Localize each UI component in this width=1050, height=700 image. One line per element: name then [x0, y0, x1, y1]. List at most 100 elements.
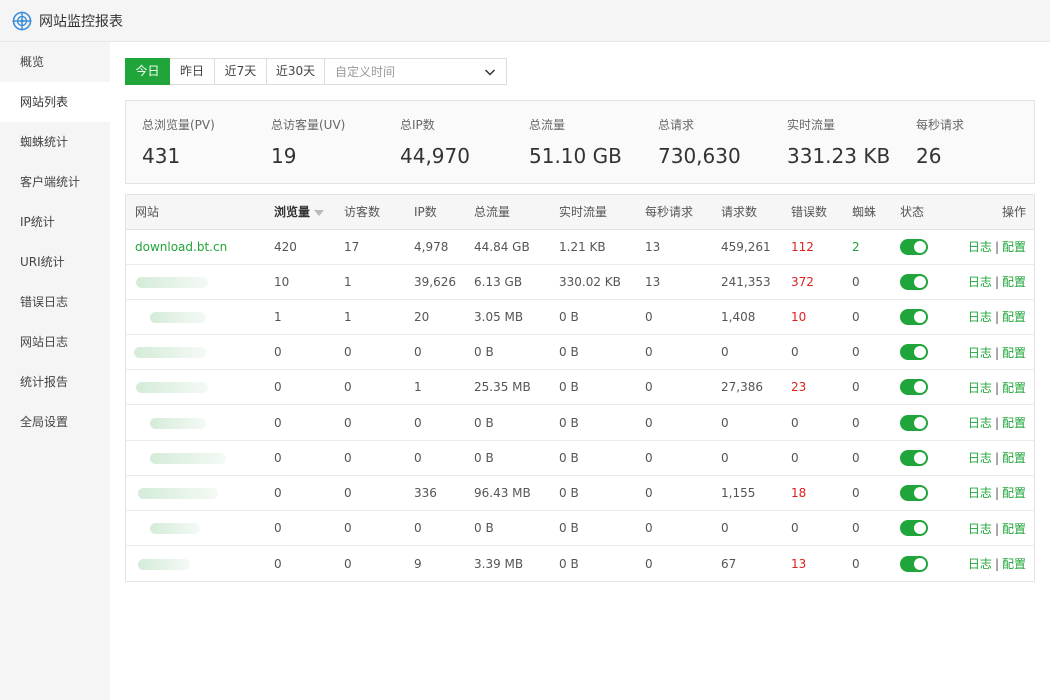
- title-bar: 网站监控报表: [0, 0, 1050, 42]
- col-header-uv[interactable]: 访客数: [335, 195, 405, 230]
- cell-traffic: 44.84 GB: [474, 239, 530, 254]
- status-toggle[interactable]: [900, 238, 928, 255]
- ops-separator: |: [994, 521, 999, 536]
- col-header-traffic[interactable]: 总流量: [465, 195, 550, 230]
- cell-realtime: 0 B: [559, 521, 579, 536]
- cell-pv: 0: [274, 345, 282, 360]
- cell-realtime: 0 B: [559, 345, 579, 360]
- config-link[interactable]: 配置: [1002, 275, 1026, 289]
- filter-today-button[interactable]: 今日: [125, 58, 170, 85]
- cell-ops: 日志 | 配置: [951, 335, 1034, 370]
- cell-site: [126, 405, 265, 440]
- redacted-site-name[interactable]: [150, 311, 206, 323]
- sidebar-item-site-log[interactable]: 网站日志: [0, 322, 110, 362]
- log-link[interactable]: 日志: [968, 240, 992, 254]
- sidebar-item-ip-stats[interactable]: IP统计: [0, 202, 110, 242]
- table-row: 0 0 0 0 B 0 B 0 0 0 0 日志 | 配置: [126, 335, 1034, 370]
- cell-realtime: 1.21 KB: [559, 239, 606, 254]
- col-header-ip[interactable]: IP数: [405, 195, 465, 230]
- log-link[interactable]: 日志: [968, 416, 992, 430]
- status-toggle[interactable]: [900, 273, 928, 290]
- col-header-realtime[interactable]: 实时流量: [550, 195, 636, 230]
- table-row: 0 0 0 0 B 0 B 0 0 0 0 日志 | 配置: [126, 511, 1034, 546]
- cell-qps: 0: [645, 556, 653, 571]
- log-link[interactable]: 日志: [968, 451, 992, 465]
- sidebar-item-overview[interactable]: 概览: [0, 42, 110, 82]
- sidebar-item-error-log[interactable]: 错误日志: [0, 282, 110, 322]
- filter-yesterday-button[interactable]: 昨日: [170, 58, 215, 85]
- log-link[interactable]: 日志: [968, 557, 992, 571]
- cell-spider: 0: [852, 345, 860, 360]
- status-toggle[interactable]: [900, 449, 928, 466]
- cell-ip: 20: [414, 309, 430, 324]
- stat-value: 730,630: [658, 144, 741, 168]
- stat-value: 331.23 KB: [787, 144, 891, 168]
- status-toggle[interactable]: [900, 414, 928, 431]
- col-header-spider[interactable]: 蜘蛛: [843, 195, 891, 230]
- status-toggle[interactable]: [900, 484, 928, 501]
- col-header-qps[interactable]: 每秒请求: [636, 195, 712, 230]
- config-link[interactable]: 配置: [1002, 557, 1026, 571]
- cell-status: [891, 511, 951, 546]
- status-toggle[interactable]: [900, 520, 928, 537]
- cell-requests: 0: [721, 521, 729, 536]
- log-link[interactable]: 日志: [968, 381, 992, 395]
- ops-separator: |: [994, 557, 999, 572]
- col-header-errors[interactable]: 错误数: [782, 195, 843, 230]
- sidebar-item-uri-stats[interactable]: URI统计: [0, 242, 110, 282]
- status-toggle[interactable]: [900, 555, 928, 572]
- log-link[interactable]: 日志: [968, 310, 992, 324]
- cell-status: [891, 335, 951, 370]
- redacted-site-name[interactable]: [150, 452, 226, 464]
- cell-ops: 日志 | 配置: [951, 299, 1034, 334]
- filter-7days-button[interactable]: 近7天: [215, 58, 267, 85]
- config-link[interactable]: 配置: [1002, 451, 1026, 465]
- log-link[interactable]: 日志: [968, 522, 992, 536]
- redacted-site-name[interactable]: [138, 558, 190, 570]
- redacted-site-name[interactable]: [150, 523, 200, 535]
- site-link[interactable]: download.bt.cn: [135, 240, 227, 254]
- site-table: 网站 浏览量 访客数 IP数 总流量 实时流量 每秒请求 请求数 错误数 蜘蛛 …: [125, 194, 1035, 582]
- table-row: 0 0 0 0 B 0 B 0 0 0 0 日志 | 配置: [126, 405, 1034, 441]
- log-link[interactable]: 日志: [968, 346, 992, 360]
- cell-requests: 0: [721, 415, 729, 430]
- cell-errors: 13: [791, 556, 807, 571]
- filter-30days-button[interactable]: 近30天: [267, 58, 325, 85]
- cell-uv: 0: [344, 415, 352, 430]
- col-header-requests[interactable]: 请求数: [712, 195, 782, 230]
- cell-ops: 日志 | 配置: [951, 475, 1034, 510]
- config-link[interactable]: 配置: [1002, 522, 1026, 536]
- sidebar-item-global-settings[interactable]: 全局设置: [0, 402, 110, 442]
- redacted-site-name[interactable]: [138, 487, 218, 499]
- log-link[interactable]: 日志: [968, 486, 992, 500]
- config-link[interactable]: 配置: [1002, 486, 1026, 500]
- sidebar-item-spider-stats[interactable]: 蜘蛛统计: [0, 122, 110, 162]
- sidebar-item-site-list[interactable]: 网站列表: [0, 82, 110, 122]
- config-link[interactable]: 配置: [1002, 240, 1026, 254]
- status-toggle[interactable]: [900, 344, 928, 361]
- status-toggle[interactable]: [900, 308, 928, 325]
- app-title: 网站监控报表: [39, 13, 123, 30]
- redacted-site-name[interactable]: [136, 382, 208, 394]
- sidebar-item-report[interactable]: 统计报告: [0, 362, 110, 402]
- col-header-pv[interactable]: 浏览量: [265, 195, 335, 230]
- cell-status: [891, 546, 951, 581]
- log-link[interactable]: 日志: [968, 275, 992, 289]
- redacted-site-name[interactable]: [150, 417, 206, 429]
- redacted-site-name[interactable]: [134, 347, 206, 359]
- stat-label: 实时流量: [787, 118, 836, 132]
- cell-uv: 1: [344, 309, 352, 324]
- status-toggle[interactable]: [900, 379, 928, 396]
- cell-ip: 336: [414, 485, 437, 500]
- main-content: 今日 昨日 近7天 近30天 自定义时间 总浏览量(PV) 431 总访客量(U…: [110, 42, 1050, 700]
- sidebar-item-client-stats[interactable]: 客户端统计: [0, 162, 110, 202]
- config-link[interactable]: 配置: [1002, 416, 1026, 430]
- cell-qps: 13: [645, 274, 661, 289]
- config-link[interactable]: 配置: [1002, 310, 1026, 324]
- custom-time-select[interactable]: 自定义时间: [325, 58, 507, 85]
- cell-status: [891, 229, 951, 264]
- config-link[interactable]: 配置: [1002, 346, 1026, 360]
- config-link[interactable]: 配置: [1002, 381, 1026, 395]
- cell-requests: 459,261: [721, 239, 771, 254]
- redacted-site-name[interactable]: [136, 276, 208, 288]
